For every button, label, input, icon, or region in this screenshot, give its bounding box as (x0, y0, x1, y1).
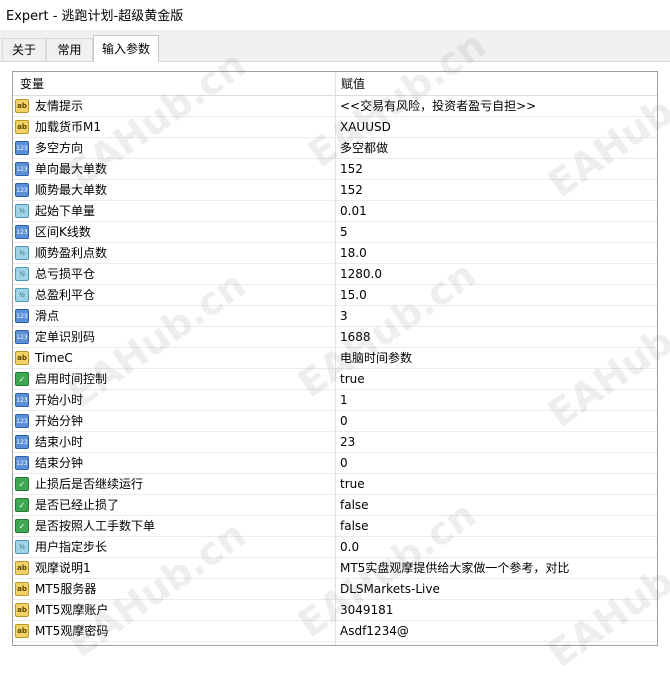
parameter-name: 滑点 (35, 309, 60, 323)
parameter-name: 顺势最大单数 (35, 183, 108, 197)
parameter-value[interactable]: MT5实盘观摩提供给大家做一个参考，对比 (340, 558, 569, 578)
parameter-value[interactable]: 152 (340, 159, 363, 179)
double-type-icon: ½ (15, 267, 29, 281)
double-type-icon: ½ (15, 204, 29, 218)
boolean-type-icon: ✓ (15, 372, 29, 386)
integer-type-icon: 123 (15, 414, 29, 428)
parameter-name: 区间K线数 (35, 225, 91, 239)
tab-about[interactable]: 关于 (2, 38, 46, 61)
parameter-value[interactable]: 0 (340, 411, 348, 431)
tab-strip: 关于 常用 输入参数 (0, 30, 670, 62)
column-header-variable[interactable]: 变量 (20, 72, 44, 95)
parameter-value[interactable]: 0.0 (340, 537, 359, 557)
parameter-name: 止损后是否继续运行 (35, 477, 144, 491)
parameter-name: 总盈利平仓 (35, 288, 96, 302)
parameter-name: 开始分钟 (35, 414, 84, 428)
parameter-value[interactable]: 15.0 (340, 285, 367, 305)
parameter-name: 起始下单量 (35, 204, 96, 218)
integer-type-icon: 123 (15, 456, 29, 470)
parameter-name: 友情提示 (35, 99, 84, 113)
column-header-value[interactable]: 赋值 (341, 72, 365, 95)
parameter-name: TimeC (35, 351, 73, 365)
parameter-value[interactable]: XAUUSD (340, 117, 391, 137)
parameter-value[interactable]: 0.01 (340, 201, 367, 221)
parameter-name: 是否按照人工手数下单 (35, 519, 156, 533)
parameter-value[interactable]: DLSMarkets-Live (340, 579, 440, 599)
double-type-icon: ½ (15, 246, 29, 260)
tab-common[interactable]: 常用 (46, 38, 93, 61)
parameter-value[interactable]: 电脑时间参数 (340, 348, 412, 368)
tab-input-parameters[interactable]: 输入参数 (93, 35, 159, 62)
parameter-value[interactable]: 23 (340, 432, 355, 452)
parameter-name: 多空方向 (35, 141, 84, 155)
parameter-value[interactable]: 5 (340, 222, 348, 242)
parameter-name: 总亏损平仓 (35, 267, 96, 281)
parameter-value[interactable]: 18.0 (340, 243, 367, 263)
parameter-name: 是否已经止损了 (35, 498, 120, 512)
parameter-name: 顺势盈利点数 (35, 246, 108, 260)
parameter-name: 加载货币M1 (35, 120, 101, 134)
parameter-name: 定单识别码 (35, 330, 96, 344)
parameter-value[interactable]: false (340, 495, 369, 515)
parameter-value[interactable]: 3049181 (340, 600, 393, 620)
parameter-value[interactable]: false (340, 516, 369, 536)
parameter-name: 开始小时 (35, 393, 84, 407)
tab-label: 常用 (57, 43, 82, 57)
parameter-name: 启用时间控制 (35, 372, 108, 386)
parameter-name: 观摩说明1 (35, 561, 91, 575)
column-separator[interactable] (335, 72, 336, 645)
double-type-icon: ½ (15, 540, 29, 554)
parameter-value[interactable]: 1 (340, 390, 348, 410)
tab-label: 输入参数 (101, 42, 150, 56)
integer-type-icon: 123 (15, 309, 29, 323)
double-type-icon: ½ (15, 288, 29, 302)
parameter-name: MT5观摩账户 (35, 603, 109, 617)
string-type-icon: ab (15, 582, 29, 596)
parameter-value[interactable]: 1280.0 (340, 264, 382, 284)
parameters-grid: 变量 赋值 ab 友情提示 <<交易有风险，投资者盈亏自担>> ab 加载货币M1 XAU… (12, 71, 658, 646)
integer-type-icon: 123 (15, 330, 29, 344)
parameter-value[interactable]: 多空都做 (340, 138, 388, 158)
integer-type-icon: 123 (15, 162, 29, 176)
parameter-value[interactable]: 3 (340, 306, 348, 326)
parameter-name: 用户指定步长 (35, 540, 108, 554)
parameter-value[interactable]: <<交易有风险，投资者盈亏自担>> (340, 96, 536, 116)
parameter-name: 结束小时 (35, 435, 84, 449)
string-type-icon: ab (15, 603, 29, 617)
parameter-value[interactable]: 152 (340, 180, 363, 200)
parameter-value[interactable]: Asdf1234@ (340, 621, 409, 641)
boolean-type-icon: ✓ (15, 477, 29, 491)
parameter-value[interactable]: 0 (340, 453, 348, 473)
string-type-icon: ab (15, 561, 29, 575)
parameter-value[interactable]: true (340, 474, 365, 494)
parameter-value[interactable]: 1688 (340, 327, 371, 347)
string-type-icon: ab (15, 351, 29, 365)
parameter-name: MT5观摩密码 (35, 624, 109, 638)
tab-label: 关于 (11, 43, 36, 57)
boolean-type-icon: ✓ (15, 519, 29, 533)
string-type-icon: ab (15, 624, 29, 638)
parameter-name: MT5服务器 (35, 582, 97, 596)
title-bar: Expert - 逃跑计划-超级黄金版 (0, 0, 670, 30)
integer-type-icon: 123 (15, 435, 29, 449)
integer-type-icon: 123 (15, 183, 29, 197)
integer-type-icon: 123 (15, 393, 29, 407)
parameter-value[interactable]: true (340, 369, 365, 389)
parameter-name: 结束分钟 (35, 456, 84, 470)
parameter-name: 单向最大单数 (35, 162, 108, 176)
string-type-icon: ab (15, 120, 29, 134)
boolean-type-icon: ✓ (15, 498, 29, 512)
integer-type-icon: 123 (15, 225, 29, 239)
window-title: Expert - 逃跑计划-超级黄金版 (6, 9, 184, 24)
integer-type-icon: 123 (15, 141, 29, 155)
string-type-icon: ab (15, 99, 29, 113)
